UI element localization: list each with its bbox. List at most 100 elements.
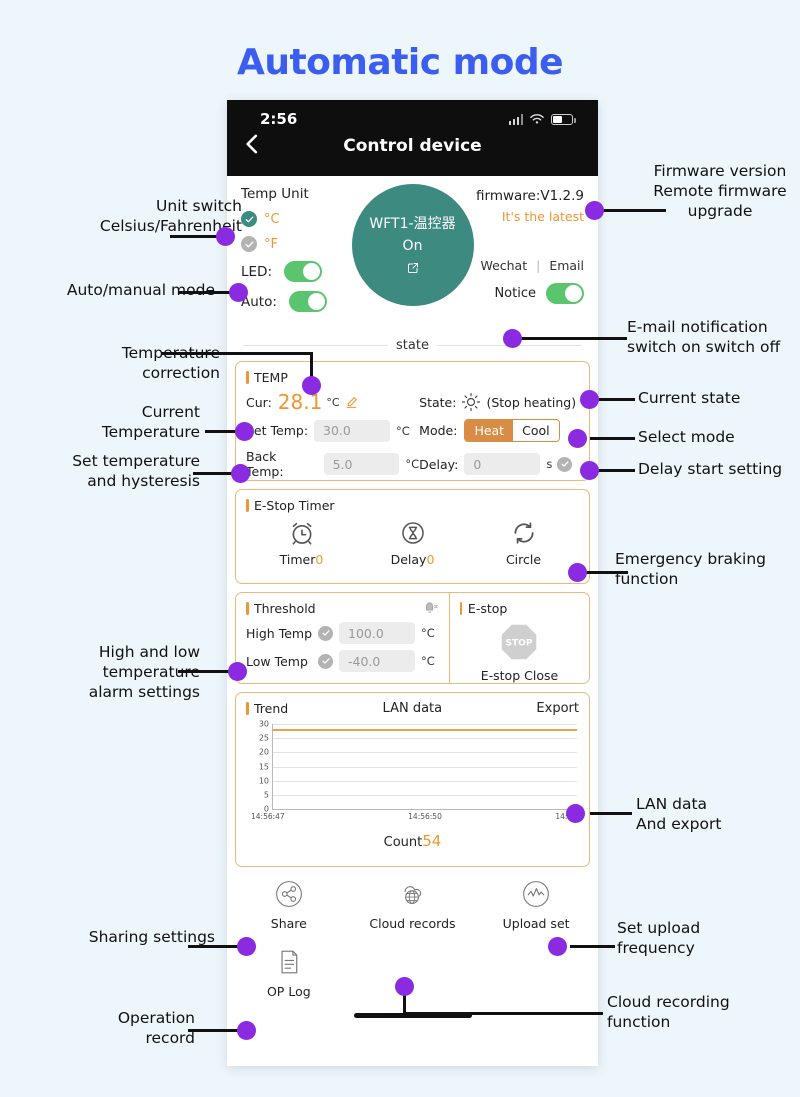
auto-toggle[interactable] bbox=[288, 291, 327, 312]
count-value: 54 bbox=[422, 832, 442, 850]
timer-button[interactable]: Timer0 bbox=[247, 519, 357, 567]
email-link[interactable]: Email bbox=[549, 258, 584, 273]
count-label: Count bbox=[383, 835, 423, 850]
back-temp-group: Back Temp: 5.0 °C bbox=[246, 449, 419, 479]
share-button[interactable]: Share bbox=[227, 877, 351, 931]
wechat-link[interactable]: Wechat bbox=[480, 258, 527, 273]
delay-confirm-icon[interactable] bbox=[557, 456, 573, 472]
mode-label: Mode: bbox=[419, 423, 458, 438]
notice-switch-row: Notice bbox=[444, 283, 584, 304]
cloud-globe-icon bbox=[404, 886, 422, 904]
delay-button[interactable]: Delay0 bbox=[358, 519, 468, 567]
count-row: Count54 bbox=[246, 832, 579, 850]
bottom-actions-row-1: Share Cloud records Upload set bbox=[227, 877, 598, 945]
firmware-column: firmware:V1.2.9 It's the latest Wechat |… bbox=[444, 188, 584, 304]
estop-timer-items: Timer0 Delay0 Circle bbox=[246, 519, 579, 567]
mode-option-cool[interactable]: Cool bbox=[513, 420, 559, 441]
delay-label: Delay: bbox=[419, 456, 459, 472]
set-temp-unit: °C bbox=[396, 423, 410, 438]
chart-y-tick-label: 10 bbox=[258, 776, 269, 786]
lan-data-label[interactable]: LAN data bbox=[383, 701, 443, 716]
chart-gridline bbox=[273, 780, 577, 782]
firmware-status[interactable]: It's the latest bbox=[444, 209, 584, 224]
back-temp-label: Back Temp: bbox=[246, 449, 284, 479]
led-toggle[interactable] bbox=[284, 261, 322, 282]
page-title: Automatic mode bbox=[236, 42, 564, 83]
back-temp-unit: °C bbox=[405, 457, 420, 471]
pencil-icon[interactable] bbox=[345, 396, 358, 409]
unit-label-celsius: °C bbox=[264, 211, 280, 227]
page-nav-title: Control device bbox=[343, 136, 482, 156]
chart-x-tick-label: 14:56:50 bbox=[408, 812, 442, 821]
home-indicator bbox=[353, 1013, 472, 1018]
wifi-icon bbox=[530, 114, 544, 124]
circle-button[interactable]: Circle bbox=[469, 519, 579, 567]
stop-sign-icon: STOP bbox=[502, 624, 537, 660]
notice-toggle[interactable] bbox=[546, 283, 584, 304]
low-temp-label: Low Temp bbox=[246, 653, 308, 669]
op-log-button[interactable]: OP Log bbox=[227, 945, 351, 999]
bottom-spacer-1 bbox=[351, 945, 475, 999]
mode-segmented-control: Heat Cool bbox=[464, 419, 560, 442]
check-circle-icon bbox=[241, 211, 257, 227]
high-temp-input[interactable]: 100.0 bbox=[339, 622, 415, 644]
low-temp-check-icon[interactable] bbox=[318, 653, 333, 669]
temp-card: TEMP Cur: 28.1 °C State: (Stop heating) bbox=[235, 361, 590, 481]
cloud-records-label: Cloud records bbox=[369, 916, 456, 931]
export-button[interactable]: Export bbox=[536, 701, 579, 716]
status-bar-time: 2:56 bbox=[260, 110, 298, 128]
delay-input[interactable]: 0 bbox=[464, 453, 541, 475]
low-temp-row: Low Temp -40.0 °C bbox=[246, 650, 439, 672]
estop-card: E-stop STOP E-stop Close bbox=[450, 593, 589, 683]
upload-set-label: Upload set bbox=[502, 916, 570, 931]
chart-y-tick-label: 20 bbox=[258, 747, 269, 757]
temp-card-title: TEMP bbox=[246, 370, 579, 385]
temp-current-row: Cur: 28.1 °C State: (Stop heating) bbox=[246, 392, 579, 412]
state-group: State: (Stop heating) bbox=[419, 392, 579, 412]
mute-bell-icon[interactable] bbox=[424, 600, 439, 619]
high-temp-check-icon[interactable] bbox=[318, 625, 333, 641]
low-temp-input[interactable]: -40.0 bbox=[339, 650, 415, 672]
set-temp-input[interactable]: 30.0 bbox=[314, 419, 391, 442]
link-separator: | bbox=[536, 258, 541, 273]
bottom-spacer-2 bbox=[474, 945, 598, 999]
state-label: State: bbox=[419, 394, 457, 410]
mode-option-heat[interactable]: Heat bbox=[465, 420, 514, 441]
mode-group: Mode: Heat Cool bbox=[419, 419, 579, 442]
back-temp-input[interactable]: 5.0 bbox=[323, 453, 400, 475]
share-links: Wechat | Email bbox=[444, 258, 584, 273]
leader-firmware-upgrade bbox=[598, 209, 666, 212]
current-temp-value: 28.1 bbox=[277, 390, 323, 414]
battery-icon bbox=[551, 114, 576, 125]
low-temp-unit: °C bbox=[421, 654, 435, 668]
threshold-title: Threshold bbox=[246, 601, 439, 616]
cloud-records-button[interactable]: Cloud records bbox=[351, 877, 475, 931]
waveform-circle-icon bbox=[523, 881, 549, 907]
device-panel: Temp Unit °C °F LED: Auto: WFT1-温控器 On f… bbox=[227, 176, 598, 336]
chart-y-tick-label: 5 bbox=[263, 790, 269, 800]
trend-header: Trend LAN data Export bbox=[246, 701, 579, 716]
annotation-current-temperature: Current Temperature bbox=[101, 403, 200, 441]
high-temp-unit: °C bbox=[421, 626, 435, 640]
estop-button[interactable]: STOP E-stop Close bbox=[460, 622, 579, 683]
hourglass-icon bbox=[401, 522, 424, 544]
chart-y-tick-label: 30 bbox=[258, 719, 269, 729]
bottom-actions-row-2: OP Log bbox=[227, 945, 598, 1013]
upload-set-button[interactable]: Upload set bbox=[474, 877, 598, 931]
high-temp-row: High Temp 100.0 °C bbox=[246, 622, 439, 644]
trend-card: Trend LAN data Export 0 5 10 15 20 25 30 14:56:… bbox=[235, 692, 590, 867]
state-text: (Stop heating) bbox=[486, 394, 577, 410]
auto-label: Auto: bbox=[241, 293, 277, 310]
annotation-set-temp-hysteresis: Set temperature and hysteresis bbox=[72, 452, 200, 490]
notice-label: Notice bbox=[494, 286, 536, 301]
estop-status-label: E-stop Close bbox=[480, 668, 559, 683]
annotation-temp-correction: Temperature correction bbox=[121, 344, 220, 382]
temp-set-row: Set Temp: 30.0 °C Mode: Heat Cool bbox=[246, 419, 579, 442]
annotation-emergency-braking: Emergency braking function bbox=[615, 550, 767, 588]
edit-square-icon[interactable] bbox=[407, 259, 419, 278]
circular-arrows-icon bbox=[513, 522, 534, 544]
annotation-operation-record: Operation record bbox=[117, 1009, 195, 1047]
device-name: WFT1-温控器 bbox=[369, 215, 456, 232]
delay-unit: s bbox=[546, 457, 553, 471]
chart-x-tick-label: 14:56:47 bbox=[251, 812, 285, 821]
